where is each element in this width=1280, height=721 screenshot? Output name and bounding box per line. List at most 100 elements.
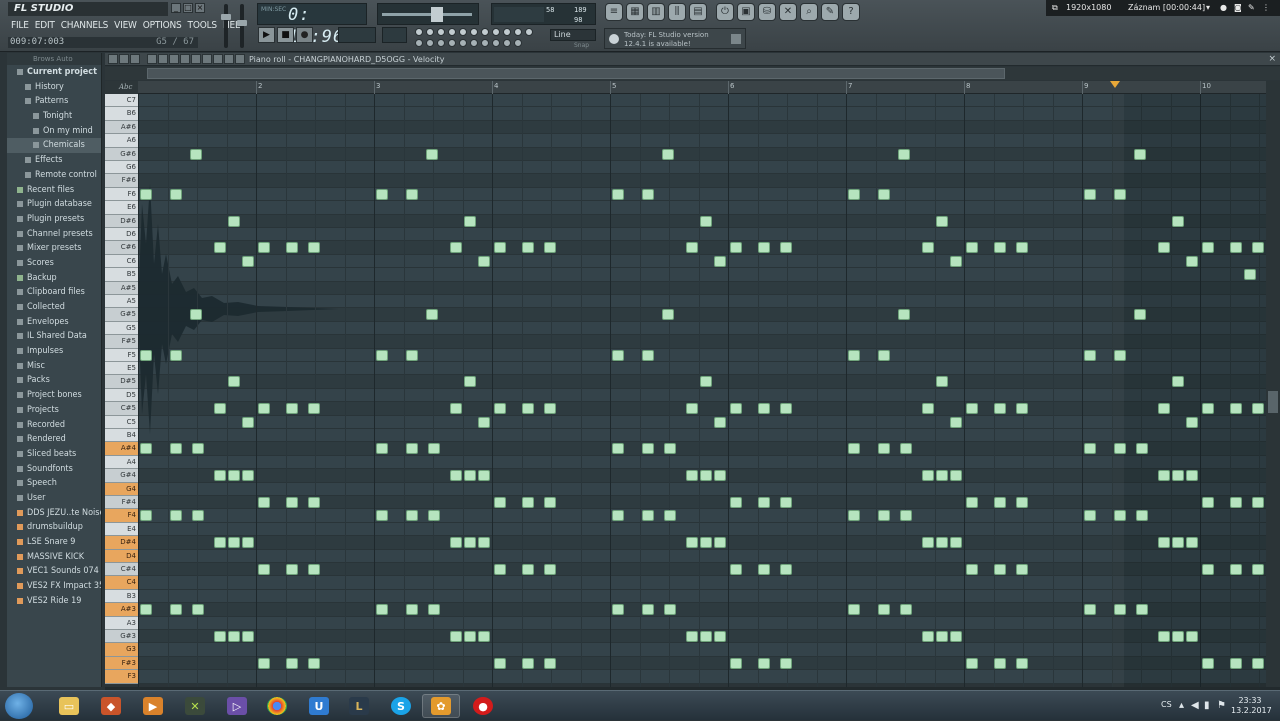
note-block[interactable] bbox=[1230, 564, 1242, 575]
note-block[interactable] bbox=[758, 497, 770, 508]
piano-key[interactable]: A4 bbox=[105, 455, 138, 470]
note-block[interactable] bbox=[1016, 242, 1028, 254]
master-pitch-slider[interactable] bbox=[237, 4, 247, 48]
browser-item[interactable]: DDS JEZU..te Noise 1 bbox=[7, 506, 101, 521]
knob-icon[interactable] bbox=[459, 28, 467, 36]
note-block[interactable] bbox=[522, 497, 534, 508]
piano-key[interactable]: G#6 bbox=[105, 147, 138, 161]
note-block[interactable] bbox=[450, 470, 462, 482]
note-block[interactable] bbox=[1172, 215, 1184, 227]
piano-key[interactable]: G3 bbox=[105, 643, 138, 657]
note-block[interactable] bbox=[664, 443, 676, 455]
note-block[interactable] bbox=[642, 188, 654, 200]
piano-key[interactable]: A#4 bbox=[105, 442, 138, 456]
knob-icon[interactable] bbox=[503, 39, 511, 47]
note-block[interactable] bbox=[1252, 497, 1264, 508]
note-block[interactable] bbox=[730, 564, 742, 575]
note-block[interactable] bbox=[1252, 403, 1264, 415]
search-icon[interactable]: ⌕ bbox=[800, 3, 818, 21]
note-block[interactable] bbox=[950, 537, 962, 549]
note-block[interactable] bbox=[922, 242, 934, 254]
note-block[interactable] bbox=[228, 537, 240, 549]
taskbar-chrome[interactable] bbox=[258, 694, 296, 718]
browser-item[interactable]: Chemicals bbox=[7, 138, 101, 154]
note-block[interactable] bbox=[936, 470, 948, 482]
menu-file[interactable]: FILE bbox=[8, 19, 32, 33]
note-block[interactable] bbox=[1230, 657, 1242, 669]
slider-knob[interactable] bbox=[221, 14, 231, 20]
piano-key[interactable]: G5 bbox=[105, 321, 138, 336]
note-block[interactable] bbox=[258, 564, 270, 575]
save-icon[interactable]: ▣ bbox=[737, 3, 755, 21]
taskbar-media-player[interactable]: ▶ bbox=[134, 694, 172, 718]
slider-knob[interactable] bbox=[237, 20, 247, 26]
browser-item[interactable]: Scores bbox=[7, 256, 101, 271]
note-block[interactable] bbox=[308, 564, 320, 575]
note-block[interactable] bbox=[1114, 188, 1126, 200]
note-block[interactable] bbox=[848, 510, 860, 522]
knob-icon[interactable] bbox=[481, 28, 489, 36]
knob-icon[interactable] bbox=[459, 39, 467, 47]
taskbar-visual-studio[interactable]: ▷ bbox=[218, 694, 256, 718]
knob-icon[interactable] bbox=[448, 28, 456, 36]
note-block[interactable] bbox=[478, 416, 490, 428]
note-block[interactable] bbox=[544, 497, 556, 508]
piano-roll-icon[interactable]: ▦ bbox=[626, 3, 644, 21]
note-block[interactable] bbox=[1084, 510, 1096, 522]
note-block[interactable] bbox=[1158, 242, 1170, 254]
pattern-selector[interactable] bbox=[338, 27, 376, 43]
note-block[interactable] bbox=[426, 309, 438, 321]
piano-key[interactable]: B4 bbox=[105, 429, 138, 443]
note-block[interactable] bbox=[258, 657, 270, 669]
clock[interactable]: 23:33 13.2.2017 bbox=[1231, 696, 1272, 716]
knob-icon[interactable] bbox=[437, 28, 445, 36]
note-block[interactable] bbox=[406, 604, 418, 616]
piano-key[interactable]: B3 bbox=[105, 589, 138, 604]
note-block[interactable] bbox=[642, 349, 654, 361]
note-block[interactable] bbox=[214, 537, 226, 549]
mute-icon[interactable] bbox=[180, 54, 190, 64]
note-block[interactable] bbox=[612, 443, 624, 455]
note-block[interactable] bbox=[898, 309, 910, 321]
volume-icon[interactable]: ◀ bbox=[1191, 700, 1199, 711]
browser-item[interactable]: MASSIVE KICK bbox=[7, 550, 101, 565]
record-dot-icon[interactable]: ● bbox=[1220, 0, 1227, 16]
piano-key[interactable]: A#3 bbox=[105, 603, 138, 617]
browser-item[interactable]: Remote control bbox=[7, 168, 101, 183]
note-block[interactable] bbox=[376, 443, 388, 455]
note-block[interactable] bbox=[642, 604, 654, 616]
note-block[interactable] bbox=[662, 148, 674, 160]
piano-key[interactable]: B5 bbox=[105, 268, 138, 282]
note-block[interactable] bbox=[612, 604, 624, 616]
piano-key[interactable]: A3 bbox=[105, 616, 138, 630]
note-block[interactable] bbox=[376, 349, 388, 361]
piano-keyboard[interactable]: C7 B6 A#6 A6 G#6 G6 F#6 F6 E6 D#6 D6 C#6 C6 B5 A#5 A5 G#… bbox=[105, 94, 138, 687]
note-block[interactable] bbox=[464, 631, 476, 642]
note-block[interactable] bbox=[950, 631, 962, 642]
knob-icon[interactable] bbox=[415, 39, 423, 47]
note-block[interactable] bbox=[242, 416, 254, 428]
menu-dots-icon[interactable]: ⋮ bbox=[1262, 0, 1270, 16]
note-block[interactable] bbox=[1158, 631, 1170, 642]
note-block[interactable] bbox=[450, 403, 462, 415]
knob-icon[interactable] bbox=[514, 28, 522, 36]
master-volume-slider[interactable] bbox=[221, 4, 231, 48]
note-block[interactable] bbox=[1016, 403, 1028, 415]
close-icon[interactable]: × bbox=[1268, 53, 1276, 66]
note-block[interactable] bbox=[1244, 269, 1256, 281]
note-block[interactable] bbox=[228, 376, 240, 388]
knob-icon[interactable] bbox=[470, 28, 478, 36]
note-block[interactable] bbox=[900, 443, 912, 455]
note-block[interactable] bbox=[780, 403, 792, 415]
master-volume-meter[interactable] bbox=[377, 3, 479, 25]
piano-key[interactable]: D#6 bbox=[105, 214, 138, 228]
note-block[interactable] bbox=[478, 255, 490, 267]
note-block[interactable] bbox=[1084, 604, 1096, 616]
note-block[interactable] bbox=[922, 403, 934, 415]
note-block[interactable] bbox=[478, 470, 490, 482]
note-block[interactable] bbox=[1202, 657, 1214, 669]
knob-icon[interactable] bbox=[426, 28, 434, 36]
note-block[interactable] bbox=[936, 537, 948, 549]
note-block[interactable] bbox=[950, 255, 962, 267]
note-block[interactable] bbox=[170, 188, 182, 200]
